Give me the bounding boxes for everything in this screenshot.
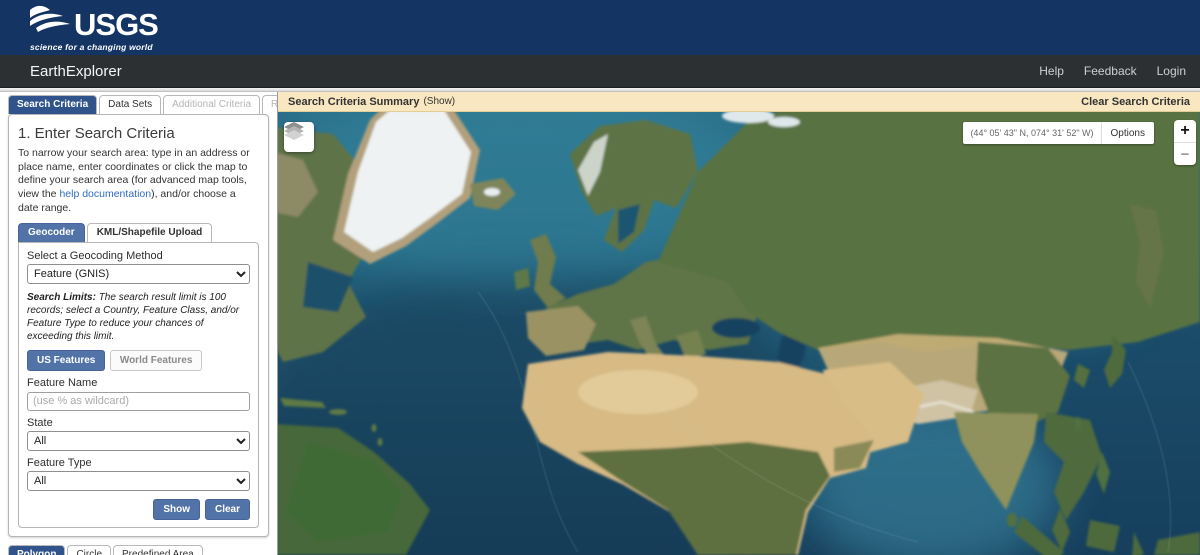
map-canvas <box>278 112 1200 555</box>
cursor-coordinates: (44° 05' 43" N, 074° 31' 52" W) <box>963 122 1102 144</box>
layers-icon <box>284 122 304 140</box>
state-select[interactable]: All <box>27 430 250 451</box>
search-criteria-panel: Search Criteria Data Sets Additional Cri… <box>0 92 278 555</box>
map-coordinate-bar: (44° 05' 43" N, 074° 31' 52" W) Options <box>963 122 1154 144</box>
tab-geocoder[interactable]: Geocoder <box>18 223 85 243</box>
tab-polygon[interactable]: Polygon <box>8 544 66 555</box>
feature-type-select[interactable]: All <box>27 470 250 491</box>
tab-additional-criteria: Additional Criteria <box>163 95 261 114</box>
app-title: EarthExplorer <box>30 62 122 80</box>
feature-name-input[interactable] <box>27 391 250 411</box>
usgs-header-bar: USGS science for a changing world <box>0 0 1200 55</box>
top-nav: Help Feedback Login <box>1039 64 1186 78</box>
map-zoom-control: + − <box>1174 120 1196 165</box>
geocoding-method-select[interactable]: Feature (GNIS) <box>27 264 250 285</box>
help-documentation-link[interactable]: help documentation <box>59 188 151 200</box>
section-intro: To narrow your search area: type in an a… <box>18 147 250 214</box>
area-tab-bar: Polygon Circle Predefined Area <box>8 544 269 555</box>
feature-scope-buttons: US Features World Features <box>27 350 250 372</box>
geocoder-tab-bar: Geocoder KML/Shapefile Upload <box>18 223 259 243</box>
nav-feedback-link[interactable]: Feedback <box>1084 64 1137 78</box>
tab-results: Results <box>262 95 277 114</box>
tab-kml-shapefile-upload[interactable]: KML/Shapefile Upload <box>86 223 213 243</box>
earthexplorer-toolbar: EarthExplorer Help Feedback Login <box>0 55 1200 88</box>
geocoder-form: Select a Geocoding Method Feature (GNIS)… <box>18 242 259 528</box>
show-button[interactable]: Show <box>153 498 200 520</box>
clear-search-criteria-link[interactable]: Clear Search Criteria <box>1081 96 1190 108</box>
section-heading: 1. Enter Search Criteria <box>18 125 175 142</box>
enter-search-criteria-section: 1. Enter Search Criteria To narrow your … <box>8 114 269 537</box>
world-map[interactable]: (44° 05' 43" N, 074° 31' 52" W) Options … <box>278 112 1200 555</box>
world-features-button[interactable]: World Features <box>109 350 203 372</box>
tab-predefined-area[interactable]: Predefined Area <box>113 544 203 555</box>
zoom-in-button[interactable]: + <box>1174 120 1196 143</box>
map-options-button[interactable]: Options <box>1102 122 1154 144</box>
search-criteria-summary-bar: Search Criteria Summary (Show) Clear Sea… <box>278 92 1200 112</box>
geocoding-method-label: Select a Geocoding Method <box>27 250 163 263</box>
summary-label: Search Criteria Summary <box>288 95 420 108</box>
feature-name-label: Feature Name <box>27 377 98 390</box>
zoom-out-button[interactable]: − <box>1174 143 1196 165</box>
usgs-logo[interactable]: USGS science for a changing world <box>30 4 159 52</box>
search-limits-note: Search Limits: The search result limit i… <box>27 292 240 343</box>
usgs-wave-icon <box>30 4 70 39</box>
tab-data-sets[interactable]: Data Sets <box>99 95 162 114</box>
state-label: State <box>27 416 53 429</box>
panel-tab-bar: Search Criteria Data Sets Additional Cri… <box>8 95 277 114</box>
layers-control[interactable] <box>284 122 314 152</box>
usgs-logo-text: USGS <box>74 7 159 43</box>
nav-help-link[interactable]: Help <box>1039 64 1064 78</box>
us-features-button[interactable]: US Features <box>27 350 106 372</box>
map-region: Search Criteria Summary (Show) Clear Sea… <box>278 92 1200 555</box>
summary-show-toggle[interactable]: (Show) <box>423 96 455 107</box>
usgs-tagline: science for a changing world <box>30 41 153 52</box>
nav-login-link[interactable]: Login <box>1157 64 1186 78</box>
tab-search-criteria[interactable]: Search Criteria <box>8 95 98 114</box>
clear-button[interactable]: Clear <box>204 498 250 520</box>
feature-type-label: Feature Type <box>27 456 92 469</box>
earthexplorer-app: USGS science for a changing world EarthE… <box>0 0 1200 555</box>
tab-circle[interactable]: Circle <box>67 544 112 555</box>
